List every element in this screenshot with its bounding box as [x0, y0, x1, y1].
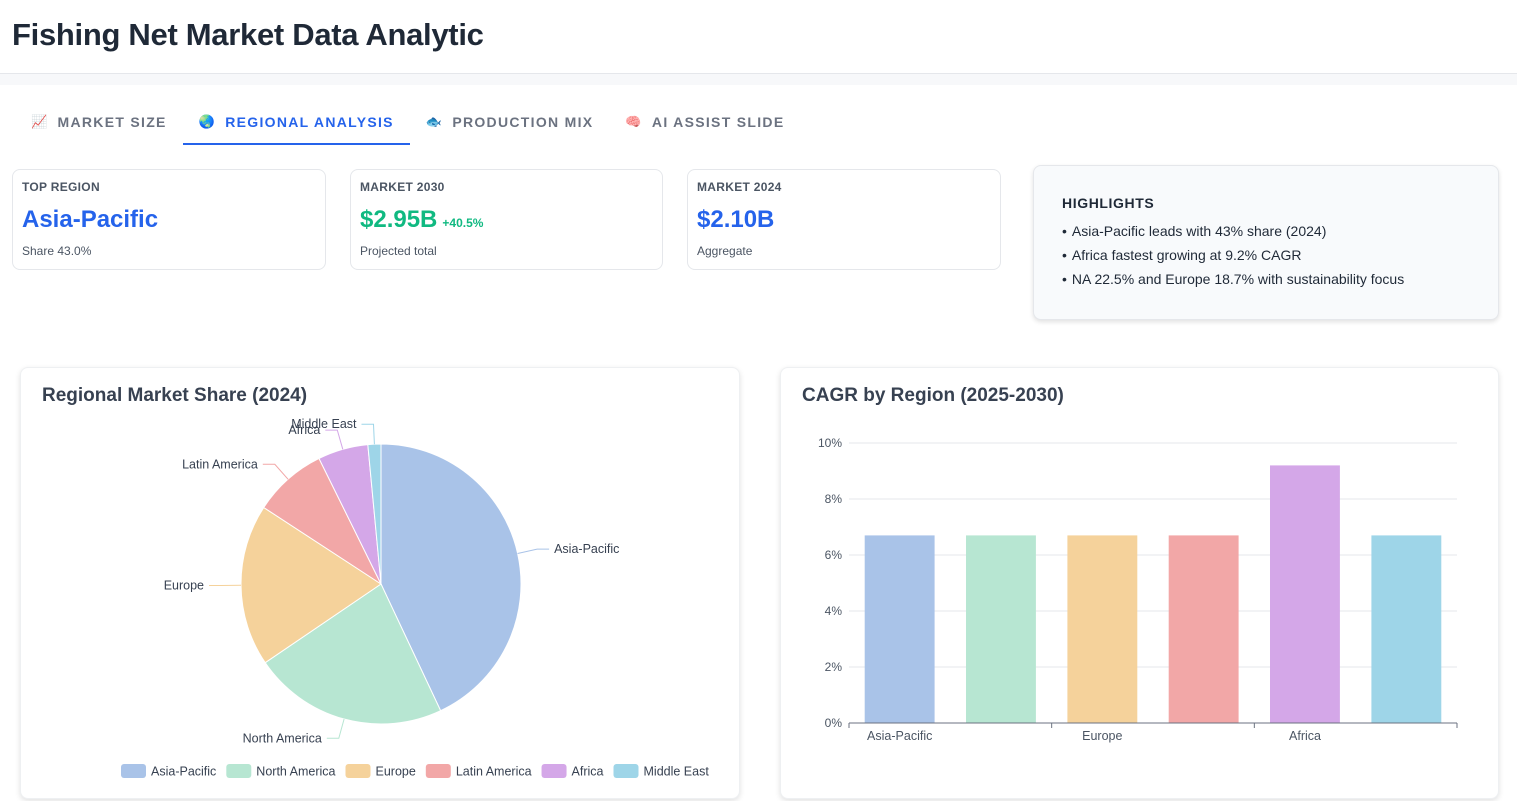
- legend-swatch: [613, 764, 639, 778]
- tab-label: MARKET SIZE: [57, 114, 167, 130]
- kpi-subtext: Aggregate: [697, 244, 753, 258]
- kpi-subtext: Share 43.0%: [22, 244, 92, 258]
- kpi-label: MARKET 2024: [697, 180, 782, 194]
- kpi-value: $2.95B +40.5%: [360, 206, 484, 233]
- bar-middle-east[interactable]: [1371, 535, 1442, 723]
- legend-label: Latin America: [456, 765, 532, 779]
- legend-label: Middle East: [644, 765, 710, 779]
- legend-label: Africa: [572, 765, 604, 779]
- legend-item-north-america[interactable]: North America: [226, 764, 336, 779]
- pie-leader-line: [326, 718, 345, 739]
- highlights-panel: HIGHLIGHTS Asia-Pacific leads with 43% s…: [1033, 165, 1499, 320]
- globe-icon: 🌏: [198, 114, 217, 129]
- kpi-card-top-region: TOP REGION Asia-Pacific Share 43.0%: [12, 169, 326, 270]
- pie-slice-label: Latin America: [182, 457, 258, 471]
- pie-slice-label: Europe: [164, 579, 204, 593]
- tab-production-mix[interactable]: 🐟 PRODUCTION MIX: [410, 99, 610, 145]
- bar-chart: 0% 2% 4% 6% 8% 10% Asia-Pacific Europe Africa: [818, 436, 1458, 743]
- market-share-panel: Regional Market Share (2024) Asia-Pacifi…: [20, 367, 740, 799]
- tab-label: PRODUCTION MIX: [452, 114, 594, 130]
- kpi-value: $2.10B: [697, 206, 775, 233]
- legend-item-asia-pacific[interactable]: Asia-Pacific: [121, 764, 216, 779]
- tab-label: AI ASSIST SLIDE: [651, 114, 785, 130]
- kpi-subtext: Projected total: [360, 244, 437, 258]
- legend-label: Europe: [376, 765, 416, 779]
- y-tick-label: 10%: [818, 436, 842, 450]
- pie-leader-line: [262, 463, 289, 480]
- chart-icon: 📈: [31, 114, 49, 129]
- app-header: Fishing Net Market Data Analytic: [0, 0, 1517, 74]
- tab-ai-assist-slide[interactable]: 🧠 AI ASSIST SLIDE: [609, 99, 800, 145]
- legend-item-middle-east[interactable]: Middle East: [613, 764, 710, 779]
- highlights-title: HIGHLIGHTS: [1062, 195, 1155, 211]
- x-tick-label: Africa: [1289, 729, 1321, 743]
- highlights-list: Asia-Pacific leads with 43% share (2024)…: [1062, 219, 1470, 291]
- tab-market-size[interactable]: 📈 MARKET SIZE: [15, 99, 183, 145]
- legend-swatch: [226, 764, 252, 778]
- y-tick-label: 4%: [825, 604, 843, 618]
- highlight-item: NA 22.5% and Europe 18.7% with sustainab…: [1062, 267, 1470, 291]
- brain-icon: 🧠: [625, 114, 643, 129]
- pie-slice-label: North America: [243, 731, 322, 745]
- cagr-panel: CAGR by Region (2025-2030) 0% 2% 4% 6% 8% 10%…: [780, 367, 1499, 799]
- kpi-card-market-2024: MARKET 2024 $2.10B Aggregate: [687, 169, 1001, 270]
- pie-chart: Asia-Pacific North America Europe Latin Ame…: [121, 417, 710, 779]
- x-tick-label: Europe: [1082, 729, 1122, 743]
- y-tick-label: 0%: [825, 716, 843, 730]
- legend-swatch: [121, 764, 146, 778]
- pie-leader-line: [325, 429, 344, 450]
- legend-label: Asia-Pacific: [151, 765, 216, 779]
- highlight-item: Asia-Pacific leads with 43% share (2024): [1062, 219, 1470, 243]
- legend-swatch: [425, 764, 451, 778]
- header-divider-band: [0, 74, 1517, 85]
- fish-icon: 🐟: [425, 114, 444, 129]
- kpi-delta-badge: +40.5%: [442, 216, 484, 230]
- kpi-label: TOP REGION: [22, 180, 100, 194]
- bar-europe[interactable]: [1067, 535, 1138, 723]
- highlight-item: Africa fastest growing at 9.2% CAGR: [1062, 243, 1470, 267]
- kpi-card-market-2030: MARKET 2030 $2.95B +40.5% Projected tota…: [350, 169, 663, 270]
- pie-leader-line: [517, 548, 550, 554]
- bar-africa[interactable]: [1270, 465, 1340, 723]
- y-tick-label: 8%: [825, 492, 843, 506]
- bar-latin-america[interactable]: [1168, 535, 1239, 723]
- y-tick-label: 6%: [825, 548, 843, 562]
- y-tick-label: 2%: [825, 660, 843, 674]
- legend-swatch: [345, 764, 371, 778]
- bar-asia-pacific[interactable]: [864, 535, 935, 723]
- legend-item-africa[interactable]: Africa: [541, 764, 604, 779]
- legend-item-latin-america[interactable]: Latin America: [425, 764, 532, 779]
- tab-regional-analysis[interactable]: 🌏 REGIONAL ANALYSIS: [182, 99, 410, 145]
- legend-label: North America: [256, 765, 335, 779]
- legend-swatch: [541, 764, 567, 778]
- legend-item-europe[interactable]: Europe: [345, 764, 416, 779]
- tab-bar: 📈 MARKET SIZE 🌏 REGIONAL ANALYSIS 🐟 PROD…: [15, 99, 800, 145]
- bar-north-america[interactable]: [966, 535, 1036, 723]
- pie-slice-label: Asia-Pacific: [554, 542, 619, 556]
- kpi-label: MARKET 2030: [360, 180, 445, 194]
- page: Fishing Net Market Data Analytic 📈 MARKE…: [0, 0, 1517, 801]
- kpi-value: Asia-Pacific: [22, 206, 159, 233]
- pie-leader-line: [361, 423, 375, 445]
- x-tick-label: Asia-Pacific: [867, 729, 932, 743]
- pie-slice-label: Middle East: [291, 417, 357, 431]
- app-title: Fishing Net Market Data Analytic: [12, 17, 484, 52]
- tab-label: REGIONAL ANALYSIS: [225, 114, 394, 130]
